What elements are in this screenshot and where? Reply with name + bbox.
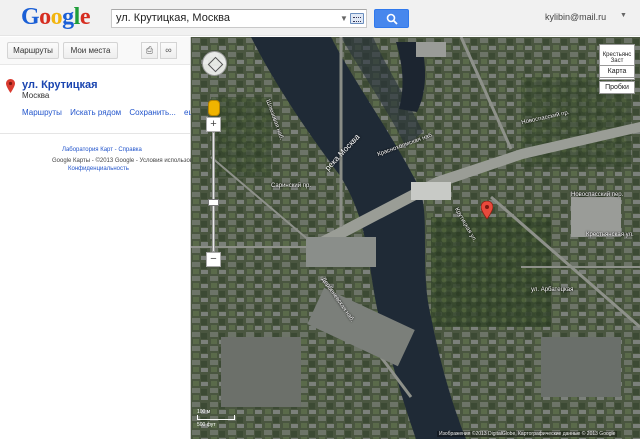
street-label: Крестьянская ул. bbox=[586, 232, 634, 238]
panel-toolbar: Маршруты Мои места ⎙ ∞ bbox=[0, 37, 190, 65]
map-attribution: Изображения ©2013 DigitalGlobe, Картогра… bbox=[437, 431, 618, 437]
map-type-button[interactable]: Карта bbox=[599, 65, 635, 78]
satellite-imagery[interactable] bbox=[191, 37, 640, 439]
search-input[interactable]: ул. Крутицкая, Москва ▼ bbox=[111, 9, 367, 28]
top-bar: Google ул. Крутицкая, Москва ▼ kylibin@m… bbox=[0, 0, 640, 36]
account-caret-icon[interactable]: ▼ bbox=[620, 12, 627, 19]
map-canvas[interactable]: река Москва Шлюзовая наб. Саринский пр. … bbox=[191, 37, 640, 439]
search-icon bbox=[386, 13, 398, 25]
place-actions: Маршруты Искать рядом Сохранить... ещё▾ bbox=[22, 108, 210, 117]
directions-link[interactable]: Маршруты bbox=[22, 108, 62, 117]
save-link[interactable]: Сохранить... bbox=[129, 108, 175, 117]
keyboard-icon[interactable] bbox=[350, 13, 364, 24]
link-icon[interactable]: ∞ bbox=[160, 42, 177, 59]
print-icon[interactable]: ⎙ bbox=[141, 42, 158, 59]
search-nearby-link[interactable]: Искать рядом bbox=[70, 108, 121, 117]
logo-letter: o bbox=[50, 4, 63, 30]
zoom-control: + − bbox=[206, 117, 221, 267]
street-label: Саринский пр. bbox=[271, 183, 311, 189]
zoom-slider-track[interactable] bbox=[212, 132, 215, 252]
place-subtitle: Москва bbox=[22, 91, 50, 100]
left-panel: Маршруты Мои места ⎙ ∞ ул. Крутицкая Мос… bbox=[0, 37, 210, 439]
app-root: Google ул. Крутицкая, Москва ▼ kylibin@m… bbox=[0, 0, 640, 439]
place-title[interactable]: ул. Крутицкая bbox=[22, 79, 98, 91]
pegman-icon[interactable] bbox=[208, 100, 220, 116]
logo-letter: o bbox=[39, 4, 51, 30]
logo-letter: g bbox=[62, 4, 74, 30]
scale-bar: 100 м 500 фут bbox=[197, 409, 235, 428]
zoom-out-button[interactable]: − bbox=[206, 252, 221, 267]
logo-letter: G bbox=[21, 4, 40, 30]
search-query[interactable]: ул. Крутицкая, Москва bbox=[116, 12, 230, 24]
layer-label: Крестьянс Заст bbox=[602, 52, 632, 64]
scale-line bbox=[197, 415, 235, 420]
directions-button[interactable]: Маршруты bbox=[7, 42, 59, 59]
labs-help-links[interactable]: Лаборатория Карт - Справка bbox=[62, 147, 142, 153]
location-marker-icon[interactable] bbox=[481, 201, 493, 219]
zoom-in-button[interactable]: + bbox=[206, 117, 221, 132]
pan-control-icon[interactable] bbox=[202, 51, 227, 76]
scale-label-feet: 500 фут bbox=[197, 422, 216, 428]
zoom-slider-thumb[interactable] bbox=[208, 199, 219, 206]
privacy-link[interactable]: Конфиденциальность bbox=[68, 166, 129, 172]
search-button[interactable] bbox=[374, 9, 409, 28]
logo-letter: e bbox=[79, 4, 91, 30]
google-logo[interactable]: Google bbox=[21, 4, 91, 30]
place-pin-icon bbox=[6, 79, 15, 93]
divider bbox=[0, 133, 190, 134]
my-places-button[interactable]: Мои места bbox=[63, 42, 118, 59]
user-email[interactable]: kylibin@mail.ru bbox=[545, 12, 606, 22]
street-label: Новоспасский пер. bbox=[571, 192, 624, 198]
search-dropdown-icon[interactable]: ▼ bbox=[339, 10, 349, 27]
copyright-line[interactable]: Google Карты - ©2013 Google - Условия ис… bbox=[52, 158, 210, 164]
street-label: ул. Арбатецкая bbox=[531, 287, 574, 293]
traffic-button[interactable]: Пробки bbox=[599, 81, 635, 94]
